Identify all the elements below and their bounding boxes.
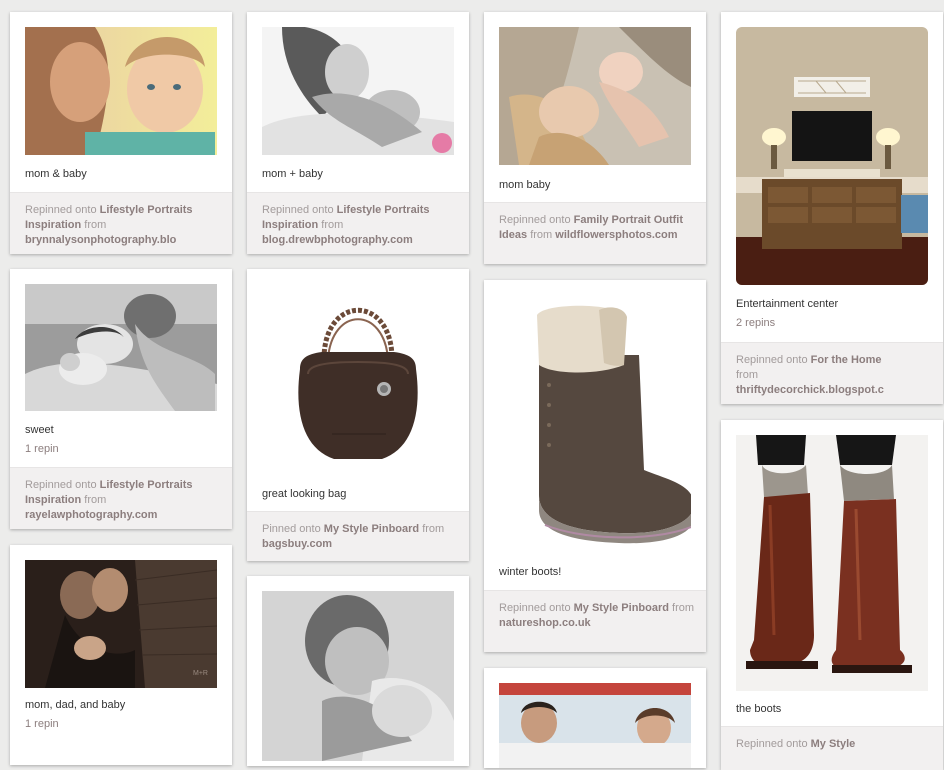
pin-card[interactable] [247, 576, 469, 766]
pin-attribution-from: from [84, 494, 107, 506]
pin-source-link[interactable]: brynnalysonphotography.blo [25, 234, 176, 246]
pin-repin-count[interactable]: 2 repins [736, 317, 775, 329]
pin-repin-count[interactable]: 1 repin [25, 443, 59, 455]
pin-image[interactable] [25, 284, 217, 411]
pin-card[interactable]: mom baby Repinned onto Family Portrait O… [484, 12, 706, 264]
pin-card[interactable]: mom & baby Repinned onto Lifestyle Portr… [10, 12, 232, 254]
pin-attribution-verb: Repinned onto [736, 738, 808, 750]
pin-image[interactable] [499, 295, 691, 553]
pin-attribution-verb: Repinned onto [499, 602, 571, 614]
pin-board-link[interactable]: My Style Pinboard [574, 602, 669, 614]
pin-attribution-from: from [321, 219, 344, 231]
pin-board-link[interactable]: My Style Pinboard [324, 523, 419, 535]
pin-attribution-verb: Pinned onto [262, 523, 321, 535]
pin-description: the boots [736, 703, 782, 715]
pin-source-link[interactable]: thriftydecorchick.blogspot.c [736, 384, 884, 396]
pin-attribution-from: from [736, 369, 758, 381]
pin-attribution: Repinned onto Lifestyle Portraits Inspir… [10, 467, 232, 529]
pin-card[interactable]: mom + baby Repinned onto Lifestyle Portr… [247, 12, 469, 254]
pin-image[interactable] [25, 27, 217, 155]
pin-attribution: Repinned onto My Style [721, 726, 943, 770]
pin-description: great looking bag [262, 488, 347, 500]
pin-attribution: Repinned onto Lifestyle Portraits Inspir… [10, 192, 232, 254]
pin-attribution-verb: Repinned onto [736, 354, 808, 366]
pin-image[interactable] [262, 27, 454, 155]
pin-attribution-verb: Repinned onto [25, 204, 97, 216]
pin-attribution-verb: Repinned onto [499, 214, 571, 226]
pin-attribution-from: from [672, 602, 695, 614]
pin-repin-count[interactable]: 1 repin [25, 718, 59, 730]
pin-image[interactable] [499, 683, 691, 768]
pin-source-link[interactable]: rayelawphotography.com [25, 509, 157, 521]
pin-board-link[interactable]: For the Home [811, 354, 882, 366]
pin-description: winter boots! [499, 566, 562, 578]
pin-card[interactable]: Entertainment center 2 repins Repinned o… [721, 12, 943, 404]
pin-attribution: Repinned onto My Style Pinboard from nat… [484, 590, 706, 652]
pin-image[interactable] [736, 435, 928, 691]
pin-attribution-verb: Repinned onto [25, 479, 97, 491]
pin-image[interactable] [262, 284, 454, 476]
pin-attribution: Repinned onto Lifestyle Portraits Inspir… [247, 192, 469, 254]
pin-card[interactable]: the boots Repinned onto My Style [721, 420, 943, 770]
pin-card[interactable]: great looking bag Pinned onto My Style P… [247, 269, 469, 561]
pin-description: Entertainment center [736, 298, 839, 310]
pin-source-link[interactable]: blog.drewbphotography.com [262, 234, 413, 246]
pin-attribution-from: from [530, 229, 553, 241]
pin-source-link[interactable]: wildflowersphotos.com [555, 229, 677, 241]
pin-description: sweet [25, 424, 54, 436]
pin-board-link[interactable]: My Style [811, 738, 856, 750]
pin-attribution-from: from [422, 523, 445, 535]
pin-card[interactable]: winter boots! Repinned onto My Style Pin… [484, 280, 706, 652]
pin-source-link[interactable]: bagsbuy.com [262, 538, 332, 550]
pin-description: mom, dad, and baby [25, 699, 126, 711]
pin-attribution-from: from [84, 219, 107, 231]
pin-image[interactable]: M+R [25, 560, 217, 688]
pin-image[interactable] [262, 591, 454, 761]
pin-image[interactable] [736, 27, 928, 285]
pin-card[interactable]: M+R mom, dad, and baby 1 repin [10, 545, 232, 765]
pin-attribution: Repinned onto For the Home from thriftyd… [721, 342, 943, 404]
pin-image[interactable] [499, 27, 691, 165]
svg-text:M+R: M+R [193, 670, 208, 677]
pin-description: mom + baby [262, 168, 323, 180]
pin-description: mom baby [499, 179, 551, 191]
pin-source-link[interactable]: natureshop.co.uk [499, 617, 591, 629]
pin-attribution-verb: Repinned onto [262, 204, 334, 216]
pin-attribution: Pinned onto My Style Pinboard from bagsb… [247, 511, 469, 561]
pin-card[interactable] [484, 668, 706, 768]
pin-attribution: Repinned onto Family Portrait Outfit Ide… [484, 202, 706, 264]
pin-card[interactable]: sweet 1 repin Repinned onto Lifestyle Po… [10, 269, 232, 529]
pin-description: mom & baby [25, 168, 87, 180]
